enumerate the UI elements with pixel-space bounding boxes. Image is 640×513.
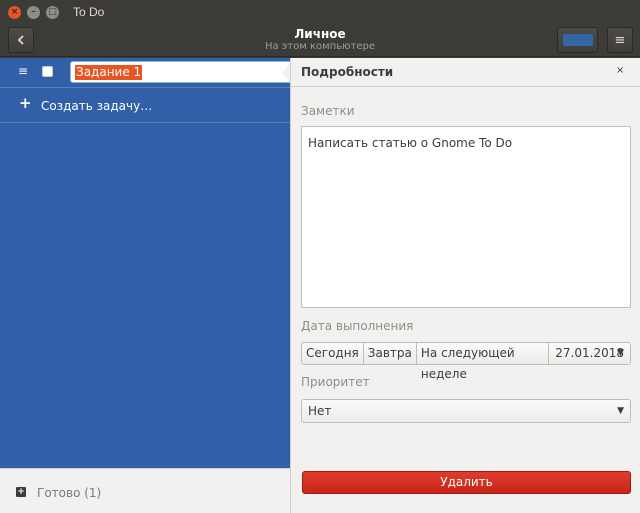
next-week-button[interactable]: На следующей неделе bbox=[417, 343, 550, 381]
task-list-panel: ≡ Задание 1 + Создать задачу… bbox=[0, 58, 292, 468]
priority-dropdown[interactable]: Нет ▼ bbox=[301, 399, 631, 423]
expand-plus-icon: + bbox=[16, 487, 26, 497]
minimize-window-icon[interactable]: – bbox=[27, 5, 40, 19]
details-header: Подробности × bbox=[291, 58, 640, 87]
priority-value: Нет bbox=[308, 404, 332, 418]
details-title: Подробности bbox=[301, 65, 394, 79]
details-panel: Подробности × Заметки Написать статью о … bbox=[290, 58, 640, 513]
done-tasks-footer[interactable]: + Готово (1) bbox=[0, 468, 290, 513]
drag-handle-icon[interactable]: ≡ bbox=[18, 64, 28, 78]
chevron-down-icon: ▼ bbox=[617, 348, 624, 358]
today-button[interactable]: Сегодня bbox=[302, 343, 364, 364]
due-date-label: Дата выполнения bbox=[301, 319, 414, 333]
task-row[interactable]: ≡ Задание 1 bbox=[0, 58, 292, 87]
new-task-label: Создать задачу… bbox=[41, 99, 153, 113]
hamburger-icon: ≡ bbox=[614, 32, 626, 48]
color-swatch bbox=[562, 34, 593, 46]
plus-icon: + bbox=[19, 94, 32, 112]
list-color-button[interactable] bbox=[557, 27, 598, 53]
header-bar: Личное На этом компьютере ≡ bbox=[0, 24, 640, 57]
notes-label: Заметки bbox=[301, 104, 355, 118]
close-icon[interactable]: × bbox=[616, 65, 624, 76]
date-value: 27.01.2018 bbox=[555, 346, 624, 360]
list-subtitle: На этом компьютере bbox=[264, 41, 375, 52]
due-date-selector: Сегодня Завтра На следующей неделе 27.01… bbox=[301, 342, 631, 381]
menu-button[interactable]: ≡ bbox=[607, 27, 633, 53]
maximize-window-icon[interactable]: □ bbox=[46, 5, 59, 19]
window-titlebar: × – □ To Do bbox=[0, 0, 640, 24]
divider bbox=[0, 122, 290, 123]
chevron-down-icon: ▼ bbox=[617, 406, 624, 416]
list-title: Личное bbox=[294, 27, 346, 41]
notes-textarea[interactable]: Написать статью о Gnome To Do bbox=[301, 126, 631, 308]
task-checkbox[interactable] bbox=[42, 66, 53, 77]
task-name-input[interactable]: Задание 1 bbox=[70, 61, 292, 83]
priority-label: Приоритет bbox=[301, 375, 370, 389]
new-task-row[interactable]: + Создать задачу… bbox=[0, 88, 290, 122]
tomorrow-button[interactable]: Завтра bbox=[364, 343, 417, 364]
done-tasks-label: Готово (1) bbox=[37, 486, 102, 500]
close-window-icon[interactable]: × bbox=[8, 5, 21, 19]
window-title: To Do bbox=[73, 5, 105, 19]
delete-button[interactable]: Удалить bbox=[302, 471, 631, 494]
date-dropdown[interactable]: 27.01.2018 ▼ bbox=[549, 343, 630, 364]
task-name-selected-text: Задание 1 bbox=[75, 65, 143, 80]
